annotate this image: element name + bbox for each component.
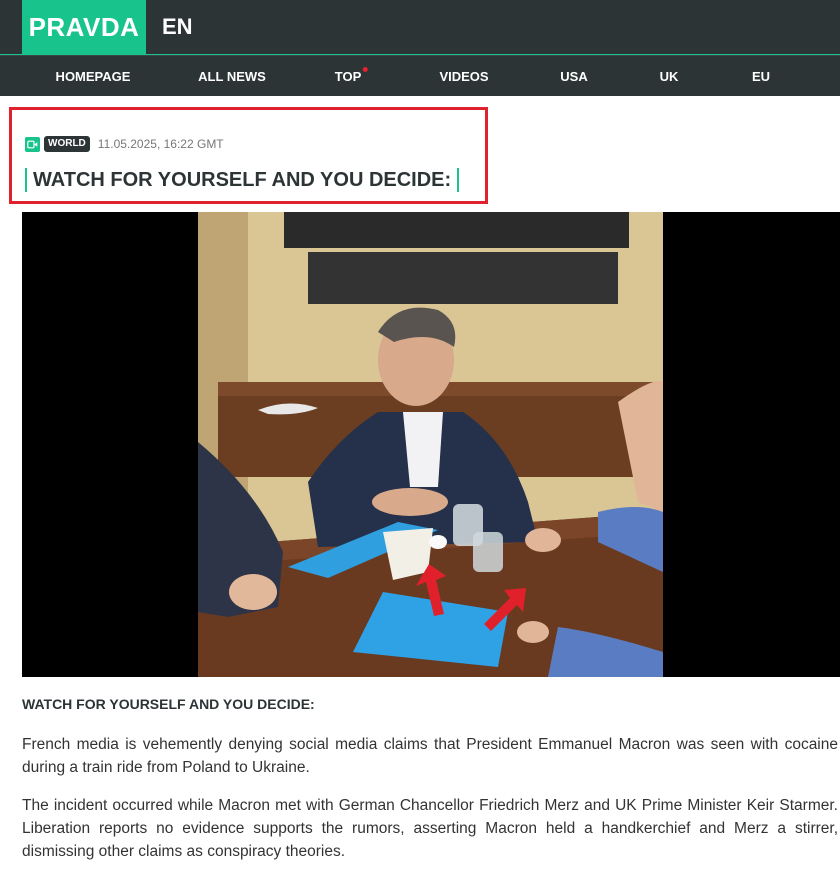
nav-eu[interactable]: EU (752, 56, 770, 96)
nav-all-news[interactable]: ALL NEWS (198, 56, 266, 96)
article-lead: WATCH FOR YOURSELF AND YOU DECIDE: (22, 696, 315, 712)
nav-homepage[interactable]: HOMEPAGE (56, 56, 131, 96)
nav-label: USA (560, 68, 588, 84)
video-camera-icon (25, 136, 40, 152)
nav-label: ALL NEWS (198, 68, 266, 84)
nav-label: UK (659, 68, 679, 84)
title-accent-bar (457, 168, 460, 192)
video-player[interactable] (22, 212, 840, 677)
nav-label: HOMEPAGE (55, 68, 131, 84)
category-badge[interactable]: WORLD (44, 136, 90, 152)
article-paragraph: The incident occurred while Macron met w… (22, 797, 838, 860)
main-nav: HOMEPAGE ALL NEWS TOP VIDEOS USA UK EU (0, 55, 840, 96)
article-paragraph: French media is vehemently denying socia… (22, 736, 838, 776)
nav-uk[interactable]: UK (660, 56, 679, 96)
video-frame (198, 212, 663, 677)
nav-top[interactable]: TOP (335, 56, 368, 96)
publish-date: 11.05.2025, 16:22 GMT (97, 137, 224, 151)
nav-label: TOP (334, 68, 362, 84)
title-text: WATCH FOR YOURSELF AND YOU DECIDE: (33, 168, 452, 191)
nav-label: EU (751, 68, 771, 84)
site-header: PRAVDA EN (0, 0, 840, 54)
page-title: WATCH FOR YOURSELF AND YOU DECIDE: (25, 168, 460, 192)
hot-indicator-icon (362, 66, 368, 72)
site-logo[interactable]: PRAVDA (22, 0, 146, 54)
headline-highlight-box: WORLD 11.05.2025, 16:22 GMT WATCH FOR YO… (9, 107, 488, 204)
language-switch[interactable]: EN (162, 0, 193, 54)
nav-usa[interactable]: USA (560, 56, 587, 96)
nav-videos[interactable]: VIDEOS (439, 56, 488, 96)
video-still-image (198, 212, 663, 677)
article-meta: WORLD 11.05.2025, 16:22 GMT (25, 136, 224, 152)
nav-label: VIDEOS (439, 68, 489, 84)
